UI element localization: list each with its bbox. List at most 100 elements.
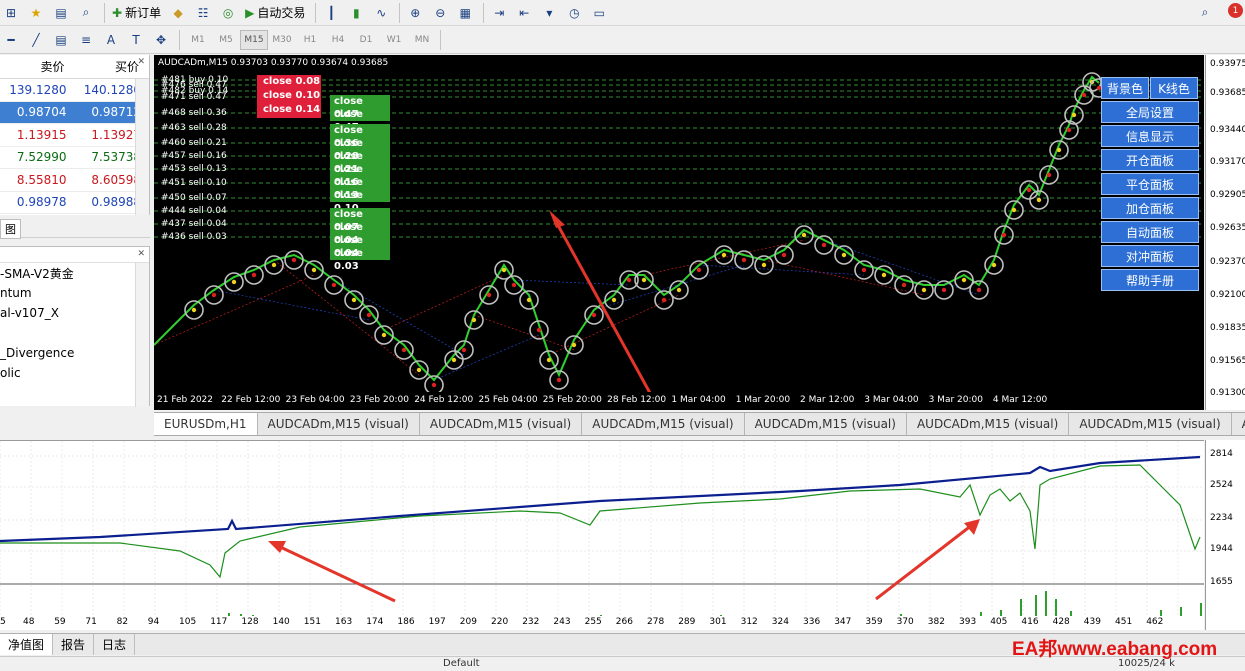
strategy-tester-icon[interactable]: ◎ bbox=[217, 2, 239, 24]
tab-chart-2[interactable]: AUDCADm,M15 (visual) bbox=[258, 413, 420, 435]
search-icon[interactable]: ⌕ bbox=[1194, 2, 1216, 24]
tab-chart-3[interactable]: AUDCADm,M15 (visual) bbox=[420, 413, 583, 435]
tab-tester-1[interactable]: 净值图 bbox=[0, 634, 54, 655]
market-row[interactable]: 1.13915 1.13927 bbox=[0, 124, 149, 147]
navigator-item[interactable]: al-v107_X bbox=[0, 303, 149, 323]
time-scale: 21 Feb 2022 22 Feb 12:00 23 Feb 04:00 23 Fe… bbox=[154, 392, 1204, 410]
timeframe-m5[interactable]: M5 bbox=[212, 30, 240, 50]
toolbar-separator bbox=[315, 2, 317, 23]
timeframe-mn[interactable]: MN bbox=[408, 30, 436, 50]
data-window-icon[interactable]: ⌕ bbox=[75, 2, 97, 24]
close-icon[interactable]: ✕ bbox=[137, 57, 145, 67]
templates-icon[interactable]: ▭ bbox=[588, 2, 610, 24]
tile-windows-icon[interactable]: ▦ bbox=[454, 2, 476, 24]
equity-x-axis: 5 48 59 71 82 94 105 117 128 140 151 163 174 186 197 20… bbox=[0, 616, 1204, 630]
background-color-button[interactable]: 背景色 bbox=[1101, 77, 1149, 99]
tab-tester-2[interactable]: 报告 bbox=[53, 634, 95, 655]
close-sell-box[interactable]: close 0.36 close 0.28 close 0.21 close 0… bbox=[330, 124, 390, 214]
timeframe-h1[interactable]: H1 bbox=[296, 30, 324, 50]
market-row[interactable]: 139.1280 140.1280 bbox=[0, 79, 149, 102]
time-tick: 1 Mar 04:00 bbox=[671, 395, 726, 405]
periods-icon[interactable]: ◷ bbox=[563, 2, 585, 24]
market-row[interactable]: 8.55810 8.60598 bbox=[0, 169, 149, 192]
favorites-icon[interactable]: ★ bbox=[25, 2, 47, 24]
candle-chart-icon[interactable]: ▮ bbox=[345, 2, 367, 24]
bar-chart-icon[interactable]: ┃ bbox=[320, 2, 342, 24]
trendline-tool-icon[interactable]: ╱ bbox=[25, 29, 47, 51]
timeframe-w1[interactable]: W1 bbox=[380, 30, 408, 50]
notification-badge[interactable]: 1 bbox=[1228, 3, 1243, 18]
panel-button-8[interactable]: 帮助手册 bbox=[1101, 269, 1199, 291]
close-buy-box[interactable]: close 0.08 close 0.10 close 0.14 bbox=[257, 75, 321, 118]
navigator-item[interactable] bbox=[0, 323, 149, 343]
candle-color-button[interactable]: K线色 bbox=[1150, 77, 1198, 99]
order-label: #453 sell 0.13 bbox=[161, 164, 227, 174]
auto-scroll-icon[interactable]: ⇥ bbox=[488, 2, 510, 24]
timeframe-m1[interactable]: M1 bbox=[184, 30, 212, 50]
price-chart[interactable]: AUDCADm,M15 0.93703 0.93770 0.93674 0.93… bbox=[154, 55, 1204, 410]
tab-chart[interactable]: 图 bbox=[0, 219, 21, 239]
market-row[interactable]: 7.52990 7.53738 bbox=[0, 147, 149, 169]
tab-chart-7[interactable]: AUDCADm,M15 (visual) bbox=[1069, 413, 1232, 435]
channel-tool-icon[interactable]: ▤ bbox=[50, 29, 72, 51]
tab-chart-8[interactable]: AU bbox=[1232, 413, 1245, 435]
order-label: #450 sell 0.07 bbox=[161, 193, 227, 203]
text-tool-icon[interactable]: A bbox=[100, 29, 122, 51]
market-watch-rows: 139.1280 140.1280 0.98704 0.98712 1.13915 1.1… bbox=[0, 79, 149, 214]
hline-tool-icon[interactable]: ━ bbox=[0, 29, 22, 51]
equity-x-tick: 151 bbox=[303, 617, 321, 627]
new-chart-icon[interactable]: ⊞ bbox=[0, 2, 22, 24]
navigator-item[interactable]: ntum bbox=[0, 283, 149, 303]
meta-editor-icon[interactable]: ◆ bbox=[167, 2, 189, 24]
market-watch-icon[interactable]: ▤ bbox=[50, 2, 72, 24]
panel-button-3[interactable]: 开仓面板 bbox=[1101, 149, 1199, 171]
close-icon[interactable]: ✕ bbox=[137, 249, 145, 259]
navigator-item[interactable]: olic bbox=[0, 363, 149, 383]
panel-button-5[interactable]: 加仓面板 bbox=[1101, 197, 1199, 219]
close-sell-box[interactable]: close 0.47 close 0.47 bbox=[330, 95, 390, 133]
close-sell-box[interactable]: close 0.07 close 0.04 close 0.04 close 0… bbox=[330, 208, 390, 272]
chart-shift-icon[interactable]: ⇤ bbox=[513, 2, 535, 24]
order-label: #457 sell 0.16 bbox=[161, 151, 227, 161]
toolbar-separator bbox=[104, 2, 105, 23]
market-watch-scrollbar[interactable] bbox=[135, 79, 149, 215]
timeframe-d1[interactable]: D1 bbox=[352, 30, 380, 50]
price-scale[interactable]: 0.93975 0.93440 0.93170 0.92905 0.92635 0.923… bbox=[1205, 55, 1245, 410]
panel-button-7[interactable]: 对冲面板 bbox=[1101, 245, 1199, 267]
tab-tester-3[interactable]: 日志 bbox=[94, 634, 136, 655]
navigator-scrollbar[interactable] bbox=[135, 263, 149, 407]
drawing-toolbar: ━ ╱ ▤ ≡ A T ✥ M1 M5 M15 M30 H1 H4 D1 W1 MN bbox=[0, 27, 1245, 54]
market-row[interactable]: 0.98978 0.98988 bbox=[0, 192, 149, 214]
order-label: #436 sell 0.03 bbox=[161, 232, 227, 242]
auto-trading-button[interactable]: ▶ 自动交易 bbox=[242, 2, 308, 24]
tab-chart-4[interactable]: AUDCADm,M15 (visual) bbox=[582, 413, 745, 435]
fibo-tool-icon[interactable]: ≡ bbox=[75, 29, 97, 51]
close-label: close 0.36 bbox=[334, 125, 363, 149]
new-order-button[interactable]: ✚ 新订单 bbox=[109, 2, 164, 24]
zoom-in-icon[interactable]: ⊕ bbox=[404, 2, 426, 24]
tab-chart-1[interactable]: EURUSDm,H1 bbox=[154, 413, 258, 435]
line-chart-icon[interactable]: ∿ bbox=[370, 2, 392, 24]
navigator-item[interactable]: _Divergence bbox=[0, 343, 149, 363]
panel-button-2[interactable]: 信息显示 bbox=[1101, 125, 1199, 147]
panel-button-6[interactable]: 自动面板 bbox=[1101, 221, 1199, 243]
timeframe-m15[interactable]: M15 bbox=[240, 30, 268, 50]
timeframe-h4[interactable]: H4 bbox=[324, 30, 352, 50]
panel-button-4[interactable]: 平仓面板 bbox=[1101, 173, 1199, 195]
tab-chart-5[interactable]: AUDCADm,M15 (visual) bbox=[745, 413, 907, 435]
equity-x-tick: 128 bbox=[241, 617, 259, 627]
equity-x-tick: 324 bbox=[771, 617, 789, 627]
navigator-item[interactable]: -SMA-V2黄金 bbox=[0, 263, 149, 283]
market-row[interactable]: 0.98704 0.98712 bbox=[0, 101, 149, 124]
panel-button-1[interactable]: 全局设置 bbox=[1101, 101, 1199, 123]
shapes-tool-icon[interactable]: ✥ bbox=[150, 29, 172, 51]
equity-tick: 2524 bbox=[1210, 480, 1233, 490]
tab-chart-6[interactable]: AUDCADm,M15 (visual) bbox=[907, 413, 1070, 435]
terminal-icon[interactable]: ☷ bbox=[192, 2, 214, 24]
indicators-icon[interactable]: ▾ bbox=[538, 2, 560, 24]
timeframe-m30[interactable]: M30 bbox=[268, 30, 296, 50]
auto-trade-icon: ▶ bbox=[245, 5, 255, 20]
bid-price: 0.98978 bbox=[16, 195, 67, 210]
label-tool-icon[interactable]: T bbox=[125, 29, 147, 51]
zoom-out-icon[interactable]: ⊖ bbox=[429, 2, 451, 24]
